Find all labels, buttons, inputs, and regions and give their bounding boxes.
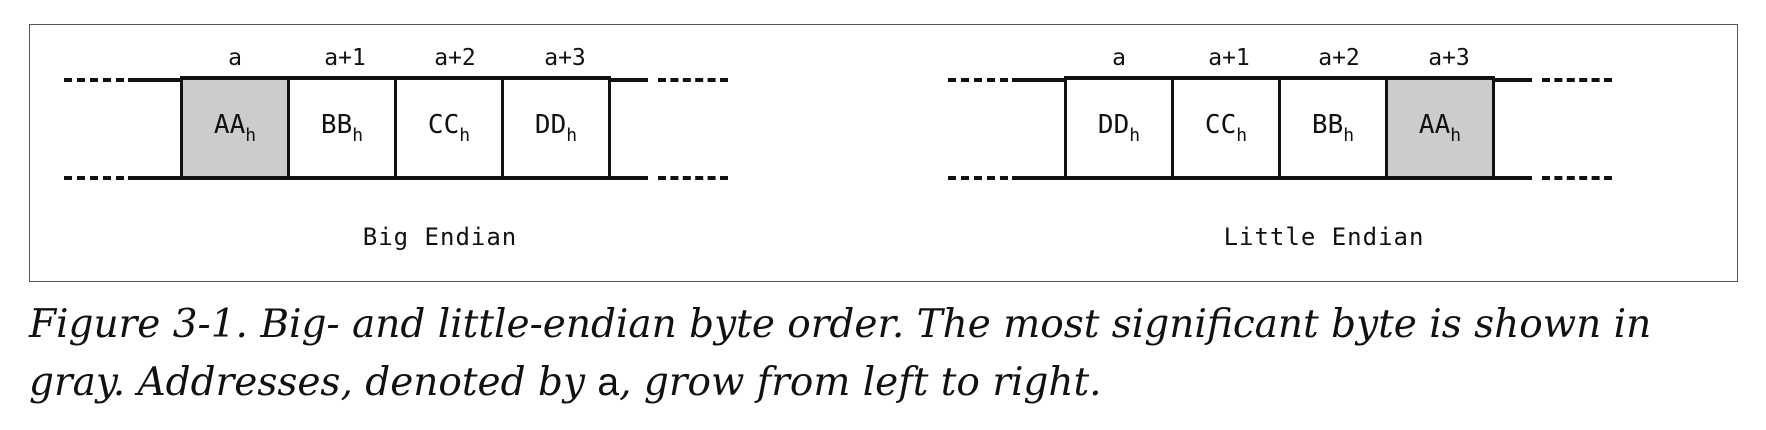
figure-caption: Figure 3-1. Big- and little-endian byte …: [29, 296, 1749, 412]
caption-variable: a: [597, 361, 620, 404]
byte-cell: DDh: [1064, 76, 1174, 180]
address-label: a+3: [1428, 45, 1470, 71]
address-label: a+2: [434, 45, 476, 71]
bottom-dashed-rail-right: [658, 176, 728, 180]
address-label: a: [228, 45, 242, 71]
bottom-dashed-rail-left: [64, 176, 124, 180]
byte-cell: AAh: [180, 76, 290, 180]
big-endian-diagram: a a+1 a+2 a+3 AAh BBh CCh DDh Big Endian: [30, 25, 890, 281]
address-label: a: [1112, 45, 1126, 71]
byte-cell: BBh: [1278, 76, 1388, 180]
byte-value: CCh: [427, 110, 471, 146]
byte-value: DDh: [1097, 110, 1141, 146]
big-endian-label: Big Endian: [362, 223, 518, 251]
byte-value: AAh: [213, 110, 257, 146]
caption-text-end: , grow from left to right.: [619, 360, 1102, 405]
top-dashed-rail-left: [64, 78, 124, 82]
byte-cell: CCh: [394, 76, 504, 180]
byte-value: AAh: [1418, 110, 1462, 146]
little-endian-label: Little Endian: [1223, 223, 1425, 251]
address-label: a+3: [544, 45, 586, 71]
figure-frame: a a+1 a+2 a+3 AAh BBh CCh DDh Big Endian…: [29, 24, 1738, 282]
byte-cell: DDh: [501, 76, 611, 180]
byte-value: BBh: [320, 110, 364, 146]
byte-cell: CCh: [1171, 76, 1281, 180]
top-dashed-rail-right: [658, 78, 728, 82]
byte-value: CCh: [1204, 110, 1248, 146]
bottom-dashed-rail-right: [1542, 176, 1612, 180]
address-label: a+1: [1208, 45, 1250, 71]
address-label: a+1: [324, 45, 366, 71]
bottom-dashed-rail-left: [948, 176, 1008, 180]
byte-cell: BBh: [287, 76, 397, 180]
top-dashed-rail-right: [1542, 78, 1612, 82]
byte-value: DDh: [534, 110, 578, 146]
top-dashed-rail-left: [948, 78, 1008, 82]
address-label: a+2: [1318, 45, 1360, 71]
byte-cell: AAh: [1385, 76, 1495, 180]
byte-value: BBh: [1311, 110, 1355, 146]
little-endian-diagram: a a+1 a+2 a+3 DDh CCh BBh AAh Little End…: [914, 25, 1734, 281]
